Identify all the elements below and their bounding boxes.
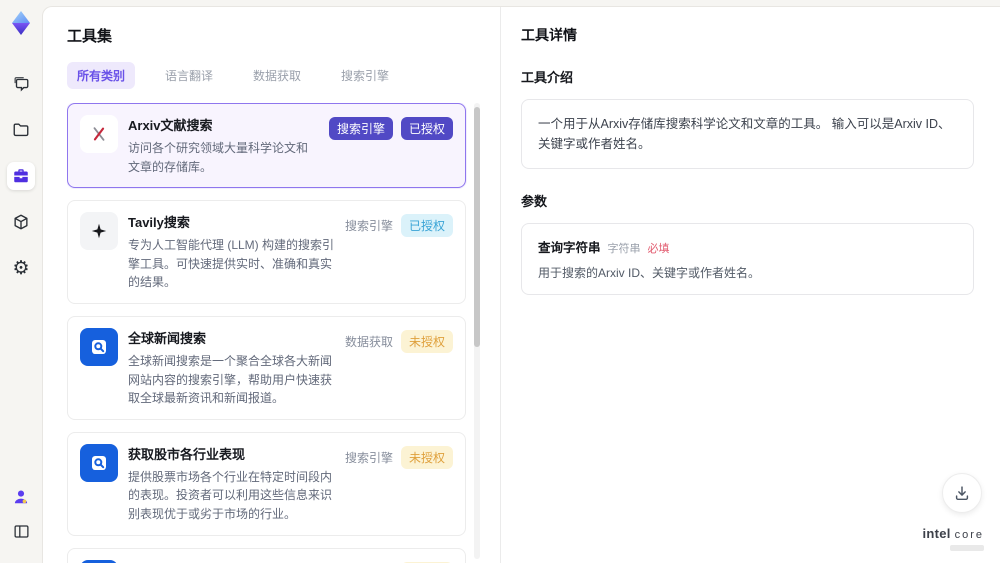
param-name: 查询字符串: [538, 241, 601, 255]
category-label: 数据获取: [344, 334, 393, 349]
tool-description: 提供股票市场各个行业在特定时间段内的表现。投资者可以利用这些信息来识别表现优于或…: [128, 469, 333, 521]
left-rail: ⚙: [0, 0, 42, 563]
tool-name: Tavily搜索: [128, 215, 190, 231]
nav-chat-icon[interactable]: [7, 70, 35, 98]
auth-badge: 未授权: [400, 445, 453, 469]
tab-data-acquisition[interactable]: 数据获取: [243, 62, 311, 89]
tab-all-categories[interactable]: 所有类别: [67, 62, 136, 89]
tab-language-translation[interactable]: 语言翻译: [155, 62, 223, 89]
nav-settings-icon[interactable]: ⚙: [7, 254, 35, 282]
tool-name: 获取市场最活跃股票信息: [128, 560, 335, 563]
panel-toggle-icon[interactable]: [7, 517, 35, 545]
download-button[interactable]: [942, 473, 982, 513]
nav-cube-icon[interactable]: [7, 208, 35, 236]
category-tabs: 所有类别 语言翻译 数据获取 搜索引擎: [67, 62, 480, 89]
auth-badge: 已授权: [400, 214, 453, 238]
page-title: 工具集: [67, 28, 113, 45]
tool-card-sector-performance[interactable]: 获取股市各行业表现 提供股票市场各个行业在特定时间段内的表现。投资者可以利用这些…: [67, 431, 466, 536]
tool-card-global-news[interactable]: 全球新闻搜索 全球新闻搜索是一个聚合全球各大新闻网站内容的搜索引擎，帮助用户快速…: [67, 315, 466, 420]
arxiv-logo-icon: [80, 115, 118, 153]
intel-core-logo: intel core: [922, 525, 984, 551]
brand-intel: intel: [922, 526, 951, 541]
param-description: 用于搜索的Arxiv ID、关键字或作者姓名。: [538, 266, 761, 280]
tab-search-engine[interactable]: 搜索引擎: [331, 62, 399, 89]
tavily-star-icon: [80, 212, 118, 251]
content-shell: 工具集 所有类别 语言翻译 数据获取 搜索引擎 Arxiv文献搜索 访问各个研究…: [42, 6, 1000, 563]
intro-heading: 工具介绍: [521, 70, 574, 85]
tool-name: 获取股市各行业表现: [128, 446, 246, 462]
param-type: 字符串: [607, 243, 641, 255]
news-search-logo-icon: [80, 443, 118, 482]
tool-description: 专为人工智能代理 (LLM) 构建的搜索引擎工具。可快速提供实时、准确和真实的结…: [128, 238, 335, 290]
brand-core: core: [954, 529, 984, 541]
category-label: 搜索引擎: [344, 450, 393, 465]
news-search-logo-icon: [80, 327, 118, 366]
tool-card-tavily[interactable]: Tavily搜索 专为人工智能代理 (LLM) 构建的搜索引擎工具。可快速提供实…: [67, 200, 466, 304]
tool-description: 全球新闻搜索是一个聚合全球各大新闻网站内容的搜索引擎，帮助用户快速获取全球最新资…: [128, 353, 333, 406]
tool-list-panel: 工具集 所有类别 语言翻译 数据获取 搜索引擎 Arxiv文献搜索 访问各个研究…: [43, 7, 501, 563]
nav-toolbox-icon[interactable]: [7, 162, 35, 190]
intro-text: 一个用于从Arxiv存储库搜索科学论文和文章的工具。 输入可以是Arxiv ID…: [521, 99, 974, 169]
tool-card-active-stocks[interactable]: 获取市场最活跃股票信息 提供当天交易量最高的股票列表，投资者可以利用这些信息来识…: [67, 547, 466, 563]
tool-description: 访问各个研究领域大量科学论文和文章的存储库。: [128, 141, 309, 174]
tool-detail-panel: 工具详情 工具介绍 一个用于从Arxiv存储库搜索科学论文和文章的工具。 输入可…: [501, 7, 1000, 563]
auth-badge: 未授权: [400, 329, 453, 353]
nav-folder-icon[interactable]: [7, 116, 35, 144]
params-heading: 参数: [521, 194, 548, 209]
user-avatar-icon[interactable]: [7, 483, 35, 511]
tool-name: Arxiv文献搜索: [128, 118, 213, 133]
param-required-badge: 必填: [647, 243, 670, 255]
tool-card-arxiv[interactable]: Arxiv文献搜索 访问各个研究领域大量科学论文和文章的存储库。 搜索引擎 已授…: [67, 103, 466, 189]
brand-subtext-bar: [950, 545, 984, 551]
category-badge: 搜索引擎: [328, 117, 393, 140]
param-item: 查询字符串 字符串 必填 用于搜索的Arxiv ID、关键字或作者姓名。: [521, 223, 974, 295]
tool-name: 全球新闻搜索: [128, 330, 207, 346]
app-logo-icon: [8, 10, 34, 36]
auth-badge: 已授权: [400, 117, 453, 140]
category-label: 搜索引擎: [344, 219, 393, 234]
list-scrollbar-thumb[interactable]: [474, 107, 480, 347]
detail-title: 工具详情: [521, 27, 577, 43]
list-scrollbar: [474, 103, 480, 559]
download-icon: [955, 486, 969, 501]
news-search-logo-icon: [80, 559, 118, 563]
tool-card-list: Arxiv文献搜索 访问各个研究领域大量科学论文和文章的存储库。 搜索引擎 已授…: [67, 103, 480, 563]
